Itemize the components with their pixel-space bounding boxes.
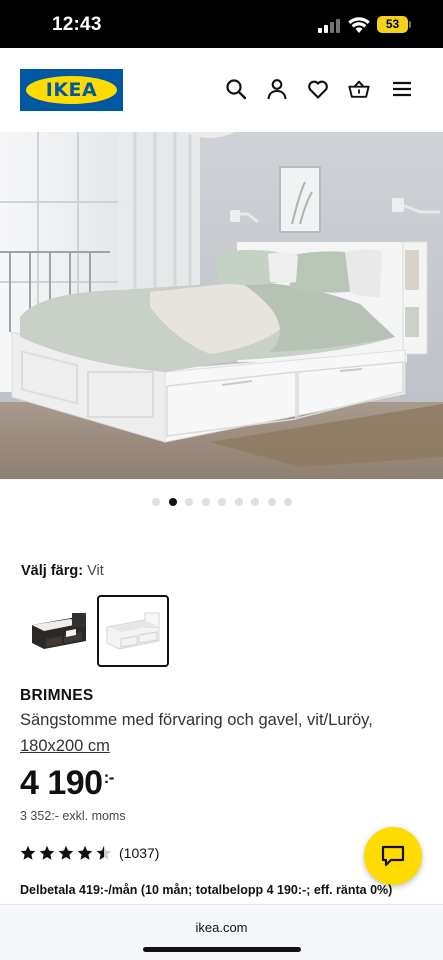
battery-tip	[409, 21, 411, 28]
chat-button[interactable]	[364, 827, 422, 885]
price-suffix: :-	[103, 768, 115, 787]
color-label-value: Vit	[87, 563, 104, 579]
price-excl-vat: 3 352:- exkl. moms	[20, 809, 126, 823]
color-swatch-white[interactable]	[97, 595, 169, 667]
star-full-icon	[58, 845, 74, 860]
search-icon[interactable]	[225, 78, 247, 100]
battery-icon: 53	[377, 16, 408, 33]
review-count[interactable]: (1037)	[119, 845, 159, 861]
product-name: BRIMNES	[20, 687, 94, 704]
swatch-black-brown-image	[32, 613, 86, 649]
star-full-icon	[39, 845, 55, 860]
price-value: 4 190	[20, 764, 103, 802]
product-price: 4 190:-	[20, 764, 114, 803]
gallery-dot[interactable]	[218, 498, 226, 506]
gallery-dot-active[interactable]	[168, 498, 177, 506]
site-header: IKEA	[0, 48, 443, 132]
menu-icon[interactable]	[391, 78, 413, 100]
gallery-dot[interactable]	[152, 498, 160, 506]
star-full-icon	[20, 845, 36, 860]
heart-icon[interactable]	[307, 78, 329, 100]
url-text[interactable]: ikea.com	[0, 920, 443, 935]
status-time: 12:43	[52, 14, 102, 35]
bed-photo	[0, 132, 443, 479]
wifi-icon	[348, 17, 370, 33]
gallery-dot[interactable]	[201, 498, 210, 506]
browser-address-bar[interactable]: ikea.com	[0, 904, 443, 960]
status-bar: 12:43 53	[0, 0, 443, 48]
gallery-dot[interactable]	[185, 498, 193, 506]
logo-ellipse: IKEA	[26, 76, 117, 104]
color-swatch-black-brown[interactable]	[22, 595, 94, 667]
color-label-title: Välj färg:	[21, 563, 84, 579]
cart-icon[interactable]	[348, 78, 370, 100]
gallery-dot[interactable]	[234, 498, 243, 506]
star-half-icon	[96, 845, 112, 860]
swatch-white-image	[106, 612, 160, 650]
star-full-icon	[77, 845, 93, 860]
user-icon[interactable]	[266, 78, 288, 100]
gallery-dot[interactable]	[251, 498, 259, 506]
product-size-link[interactable]: 180x200 cm	[20, 737, 110, 756]
color-label: Välj färg: Vit	[21, 563, 104, 579]
product-image[interactable]	[0, 132, 443, 479]
chat-icon	[381, 845, 405, 867]
gallery-dot[interactable]	[284, 498, 292, 506]
logo-text: IKEA	[45, 79, 98, 101]
home-indicator	[143, 947, 301, 952]
ikea-logo[interactable]: IKEA	[20, 69, 123, 111]
gallery-dot[interactable]	[267, 498, 276, 506]
installment-info: Delbetala 419:-/mån (10 mån; totalbelopp…	[20, 883, 393, 897]
signal-icon	[318, 19, 342, 33]
product-description: Sängstomme med förvaring och gavel, vit/…	[20, 711, 373, 729]
